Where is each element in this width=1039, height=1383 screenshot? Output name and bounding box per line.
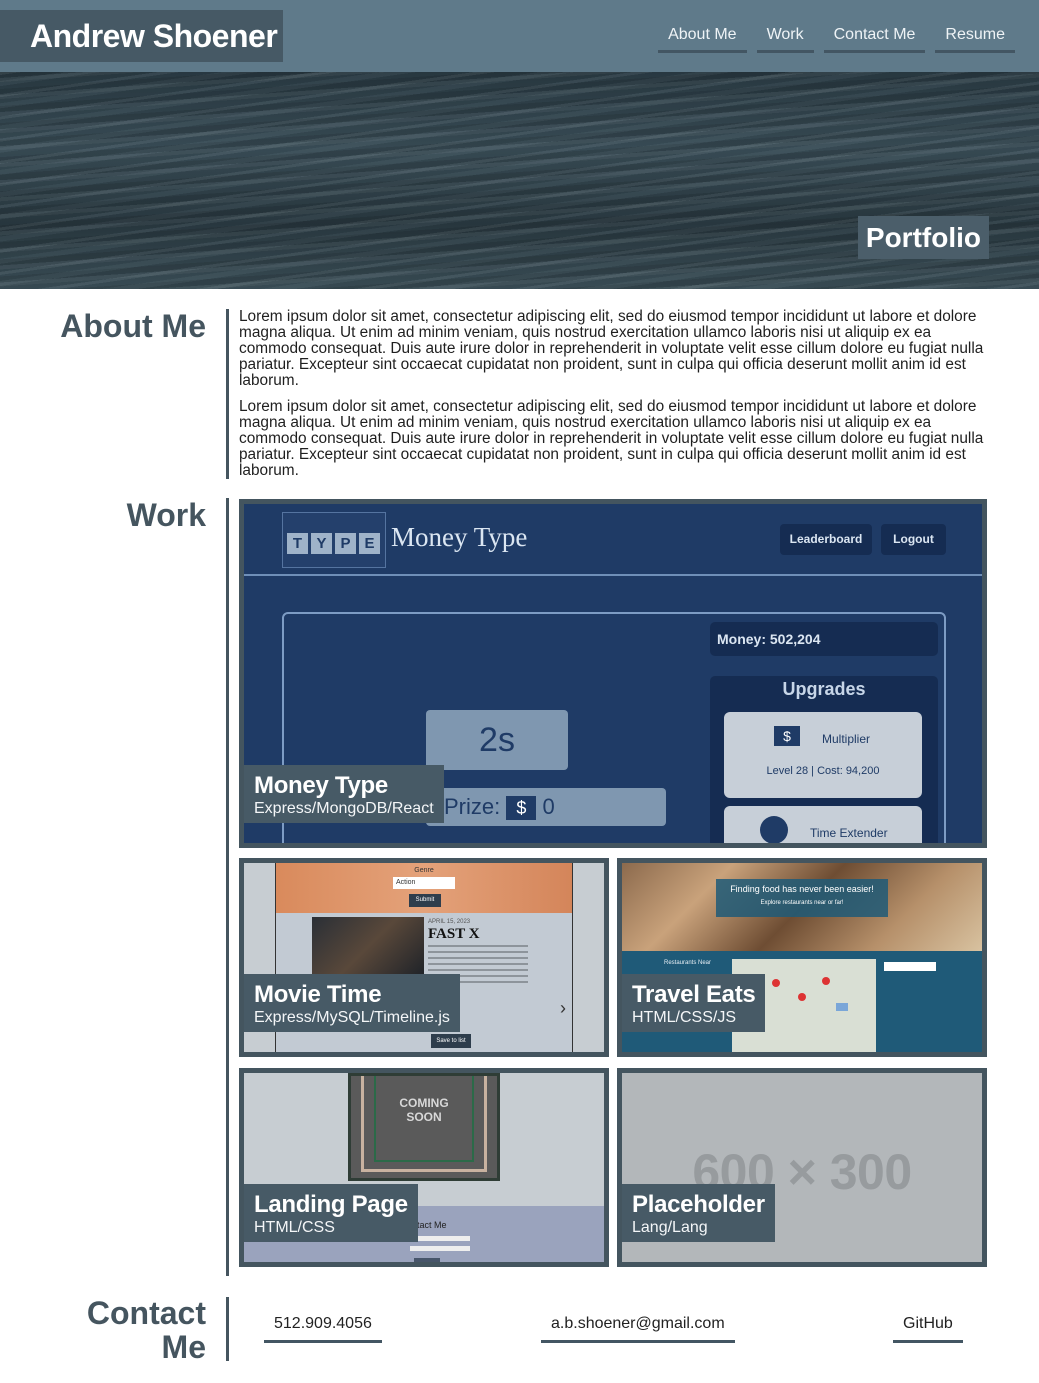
prize-label: Prize: <box>444 794 501 819</box>
project-title: Placeholder <box>632 1191 765 1218</box>
hero-banner: Portfolio <box>0 72 1039 289</box>
project-caption: Money Type Express/MongoDB/React <box>244 765 444 823</box>
upgrade-time-extender: Time Extender <box>724 806 922 843</box>
project-tech: HTML/CSS <box>254 1219 335 1236</box>
money-type-app-name: Money Type <box>391 522 528 552</box>
soon-text: SOON <box>406 1110 442 1124</box>
chevron-right-icon: › <box>560 998 566 1018</box>
about-paragraph-2: Lorem ipsum dolor sit amet, consectetur … <box>239 398 984 479</box>
project-title: Travel Eats <box>632 981 756 1008</box>
project-tech: HTML/CSS/JS <box>632 1009 737 1026</box>
restaurants-near-label: Restaurants Near <box>664 960 712 966</box>
banner-title: Finding food has never been easier! <box>730 884 874 894</box>
upgrade-info: Level 28 | Cost: 94,200 <box>766 765 880 777</box>
nav-work[interactable]: Work <box>756 25 814 53</box>
logout-button: Logout <box>881 524 946 555</box>
prize-display: Prize: $ 0 <box>426 788 666 826</box>
project-title: Money Type <box>254 772 388 799</box>
money-type-logo: T Y P E <box>282 512 386 568</box>
food-banner: Finding food has never been easier! Expl… <box>622 863 982 951</box>
genre-select: Action <box>393 877 455 889</box>
money-readout: Money: 502,204 <box>710 622 938 656</box>
prize-value: 0 <box>542 794 555 819</box>
money-type-navbar: T Y P E Money Type Leaderboard Logout <box>244 504 982 576</box>
work-divider <box>226 498 229 1276</box>
upgrade-name: Multiplier <box>822 732 871 746</box>
upgrades-panel: Upgrades $ Multiplier Level 28 | Cost: 9… <box>710 676 938 843</box>
about-text: Lorem ipsum dolor sit amet, consectetur … <box>239 309 991 489</box>
contact-title-line-2: Me <box>161 1329 206 1365</box>
project-card-landing-page[interactable]: COMING SOON ntact Me Landing Page HTML/C… <box>239 1068 609 1267</box>
map-pin-icon <box>798 993 806 1001</box>
coming-text: COMING <box>399 1096 449 1110</box>
map-pin-icon <box>822 977 830 985</box>
movie-poster <box>312 917 424 977</box>
project-caption: Landing Page HTML/CSS <box>244 1184 418 1242</box>
form-field <box>410 1236 470 1241</box>
logo-letter: P <box>335 533 356 554</box>
about-title: About Me <box>60 308 206 344</box>
upgrades-title: Upgrades <box>782 679 866 699</box>
project-card-money-type[interactable]: T Y P E Money Type Leaderboard Logout Mo… <box>239 499 987 848</box>
project-tech: Express/MySQL/Timeline.js <box>254 1009 450 1026</box>
site-header: Andrew Shoener About Me Work Contact Me … <box>0 0 1039 72</box>
banner-subtitle: Explore restaurants near or far! <box>760 900 844 906</box>
save-to-list-button: Save to list <box>431 1034 471 1048</box>
email-link[interactable]: a.b.shoener@gmail.com <box>541 1314 735 1343</box>
project-caption: Placeholder Lang/Lang <box>622 1184 775 1242</box>
project-card-movie-time[interactable]: Genre Action Submit APRIL 15, 2023 FAST … <box>239 858 609 1057</box>
project-caption: Travel Eats HTML/CSS/JS <box>622 974 766 1032</box>
logo-letter: E <box>359 533 380 554</box>
map-water <box>836 1003 848 1011</box>
leaderboard-button: Leaderboard <box>780 524 872 555</box>
about-divider <box>226 309 229 479</box>
upgrade-name: Time Extender <box>810 826 888 840</box>
github-link[interactable]: GitHub <box>893 1314 963 1343</box>
form-field <box>410 1246 470 1251</box>
logo-letter: T <box>287 533 308 554</box>
project-title: Landing Page <box>254 1191 408 1218</box>
nav-about-me[interactable]: About Me <box>658 25 747 53</box>
project-caption: Movie Time Express/MySQL/Timeline.js <box>244 974 460 1032</box>
banner-box: Finding food has never been easier! Expl… <box>716 879 888 917</box>
genre-label: Genre <box>414 867 434 874</box>
dollar-icon: $ <box>774 726 800 746</box>
form-submit <box>414 1258 440 1262</box>
nav-contact-me[interactable]: Contact Me <box>823 25 926 53</box>
project-tech: Lang/Lang <box>632 1219 708 1236</box>
submit-button: Submit <box>409 894 441 907</box>
portfolio-tag: Portfolio <box>857 216 989 259</box>
main-nav: About Me Work Contact Me Resume <box>658 25 1015 53</box>
project-card-placeholder[interactable]: 600 × 300 Placeholder Lang/Lang <box>617 1068 987 1267</box>
coming-soon-text: COMING SOON <box>351 1096 497 1124</box>
about-paragraph-1: Lorem ipsum dolor sit amet, consectetur … <box>239 308 984 389</box>
frame-inner <box>361 1076 487 1172</box>
upgrade-multiplier: $ Multiplier Level 28 | Cost: 94,200 <box>724 712 922 798</box>
contact-title: Contact Me <box>87 1296 206 1364</box>
phone-link[interactable]: 512.909.4056 <box>264 1314 382 1343</box>
logo-letter: Y <box>311 533 332 554</box>
project-title: Movie Time <box>254 981 382 1008</box>
work-title: Work <box>126 497 206 533</box>
project-card-travel-eats[interactable]: Finding food has never been easier! Expl… <box>617 858 987 1057</box>
coming-soon-image: COMING SOON <box>348 1073 500 1181</box>
map-pin-icon <box>772 979 780 987</box>
contact-divider <box>226 1297 229 1361</box>
movie-header: Genre Action Submit <box>276 863 572 913</box>
timer-display: 2s <box>426 710 568 770</box>
nav-resume[interactable]: Resume <box>935 25 1015 53</box>
contact-title-line-1: Contact <box>86 1295 206 1331</box>
movie-date: APRIL 15, 2023 <box>428 919 471 925</box>
search-field <box>884 962 936 971</box>
site-name[interactable]: Andrew Shoener <box>0 10 283 62</box>
project-tech: Express/MongoDB/React <box>254 800 434 817</box>
movie-title: FAST X <box>428 926 480 942</box>
prize-symbol: $ <box>506 796 537 820</box>
clock-icon <box>760 816 788 843</box>
